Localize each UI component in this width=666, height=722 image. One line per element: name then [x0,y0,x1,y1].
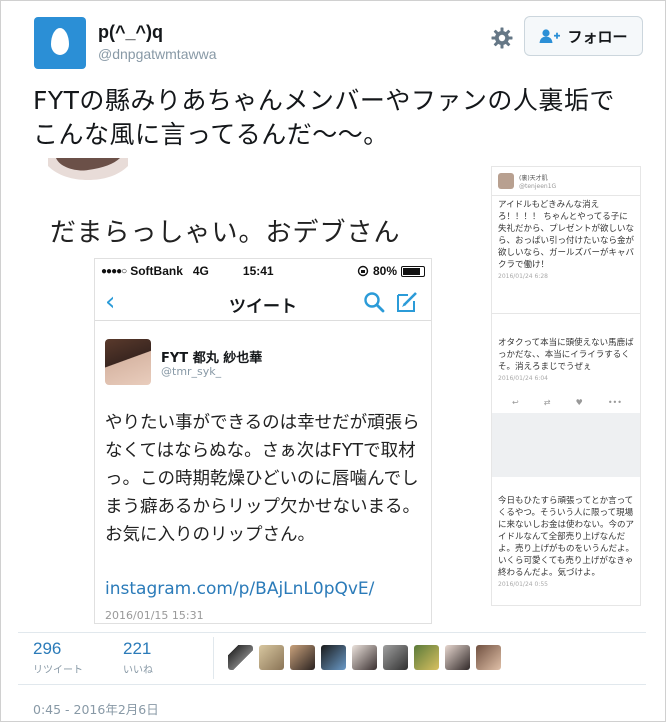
right-post-date: 2016/01/24 6:28 [498,273,548,280]
liker-avatar[interactable] [476,645,501,670]
user-avatar[interactable] [34,17,86,69]
tweet-text: FYTの縣みりあちゃんメンバーやファンの人裏垢でこんな風に言ってるんだ〜〜。 [33,86,615,149]
right-post-text: 今日もひたすら頑張ってとか言ってくるやつ。そういう人に限って現場に来ないしお金は… [498,496,635,578]
gear-icon[interactable] [490,26,514,50]
divider [18,684,646,685]
add-user-icon [539,29,561,43]
right-screenshot: (裏)天才肌 @tenjeen1G アイドルもどきみんな消え ろ！！！！ ちゃん… [491,166,641,606]
retweet-icon: ⇄ [543,398,551,407]
divider [213,637,214,679]
like-stat[interactable]: 221 いいね [123,639,153,676]
liker-avatar[interactable] [383,645,408,670]
user-handle[interactable]: @dnpgatwmtawwa [98,46,217,62]
follow-label: フォロー [567,27,628,46]
clock: 15:41 [242,264,274,278]
right-post-date: 2016/01/24 0:55 [498,581,548,588]
liker-avatar[interactable] [414,645,439,670]
right-post: 今日もひたすら頑張ってとか言ってくるやつ。そういう人に限って現場に来ないしお金は… [498,495,636,591]
liker-avatar[interactable] [445,645,470,670]
right-handle: @tenjeen1G [519,183,557,190]
compose-icon [395,290,419,318]
right-avatar [498,173,514,189]
search-icon [363,291,385,317]
heart-icon: ♥ [575,398,583,407]
divider [492,313,640,314]
follow-button[interactable]: フォロー [524,16,643,56]
retweet-count: 296 [33,639,62,658]
embedded-link: instagram.com/p/BAjLnL0pQvE/ [105,579,375,599]
status-bar: ●●●●○ SoftBank 4G 15:41 80% [95,259,431,283]
right-post: オタクって本当に頭使えない馬鹿ばっかだな、、本当にイライラするくそ。消えろまじで… [498,337,636,385]
liker-avatar[interactable] [290,645,315,670]
divider [18,632,646,633]
liker-avatar[interactable] [228,645,253,670]
liker-avatars [228,645,501,670]
reply-icon: ↩ [512,398,519,407]
network-type: 4G [192,264,209,278]
retweet-label: リツイート [33,665,83,676]
like-count: 221 [123,639,152,658]
embedded-date: 2016/01/15 15:31 [105,609,204,622]
tweet-timestamp[interactable]: 0:45 - 2016年2月6日 [33,699,159,718]
nav-bar: ‹ ツイート [95,283,431,321]
gap-area [492,413,640,477]
carrier: SoftBank [130,264,183,278]
right-post: アイドルもどきみんな消え ろ！！！！ ちゃんとやってる子に失礼だから、プレゼント… [498,199,636,283]
battery-status: 80% [357,264,425,278]
battery-percent: 80% [372,264,397,278]
embedded-name: FYT 都丸 紗也華 [161,351,263,366]
divider [492,195,640,196]
right-post-actions: ↩ ⇄ ♥ ••• [512,397,622,409]
right-post-text: アイドルもどきみんな消え ろ！！！！ ちゃんとやってる子に失礼だから、プレゼント… [498,200,635,270]
like-label: いいね [123,665,153,676]
liker-avatar[interactable] [259,645,284,670]
right-post-date: 2016/01/24 6:04 [498,375,548,382]
right-post-text: オタクって本当に頭使えない馬鹿ばっかだな、、本当にイライラするくそ。消えろまじで… [498,338,634,372]
embedded-handle: @tmr_syk_ [161,365,222,378]
embedded-avatar [105,339,151,385]
more-icon: ••• [607,398,622,407]
phone-screenshot: ●●●●○ SoftBank 4G 15:41 80% ‹ ツイート FYT 都… [94,258,432,624]
cropped-image-strip [48,158,128,180]
tweet-image[interactable]: だまらっしゃい。おデブさん ●●●●○ SoftBank 4G 15:41 80… [34,158,646,624]
retweet-stat[interactable]: 296 リツイート [33,639,83,676]
embedded-body: やりたい事ができるのは幸せだが頑張らなくてはならぬな。さぁ次はFYTで取材っ。こ… [105,413,420,545]
liker-avatar[interactable] [321,645,346,670]
liker-avatar[interactable] [352,645,377,670]
lock-rotation-icon [357,265,369,277]
signal-dots: ●●●●○ [101,265,127,277]
image-caption: だまらっしゃい。おデブさん [50,218,401,248]
egg-avatar-icon [51,28,69,55]
battery-icon [401,265,425,277]
display-name[interactable]: p(^_^)q [98,22,163,43]
